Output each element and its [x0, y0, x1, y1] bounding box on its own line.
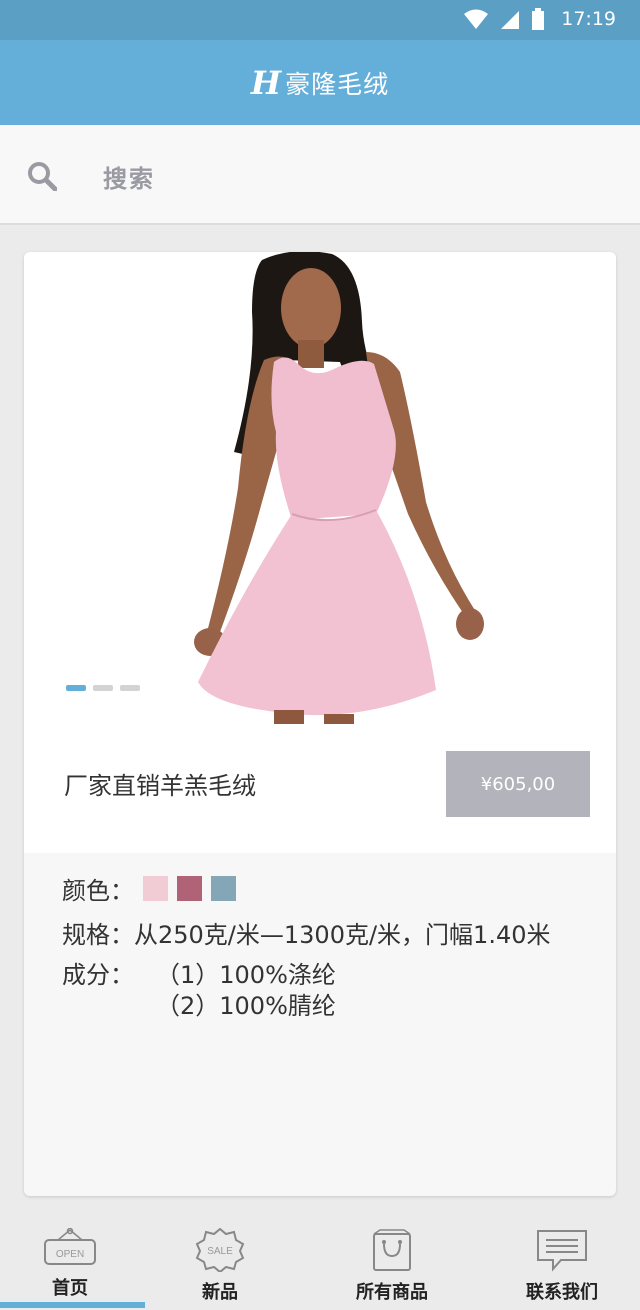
message-icon	[537, 1230, 587, 1272]
spec-label: 规格：	[62, 920, 134, 949]
composition-label: 成分：	[62, 961, 134, 989]
logo-icon: H	[250, 63, 282, 102]
color-swatch-3[interactable]	[211, 875, 236, 901]
color-swatch-1[interactable]	[143, 875, 168, 901]
composition-item: （1）100%涤纶	[156, 961, 336, 989]
model-photo	[194, 252, 484, 724]
product-image[interactable]	[24, 252, 616, 724]
composition-row: 成分： （1）100%涤纶 （2）100%腈纶	[62, 960, 551, 1022]
carousel-dot-2[interactable]	[93, 685, 113, 691]
spec-row: 规格： 从250克/米—1300克/米，门幅1.40米	[62, 910, 551, 954]
product-title: 厂家直销羊羔毛绒	[64, 772, 256, 800]
app-header: H 豪隆毛绒	[0, 40, 640, 125]
tab-all-products[interactable]: 所有商品	[312, 1208, 472, 1310]
status-bar: 17:19	[0, 0, 640, 40]
composition-list: （1）100%涤纶 （2）100%腈纶	[156, 960, 336, 1022]
tab-new[interactable]: SALE 新品	[140, 1208, 300, 1310]
search-icon[interactable]	[27, 161, 57, 191]
app-title: 豪隆毛绒	[285, 69, 390, 99]
search-bar[interactable]: 搜索	[0, 125, 640, 225]
product-specs: 颜色： 规格： 从250克/米—1300克/米，门幅1.40米 成分： （1）1…	[62, 866, 551, 1022]
carousel-dot-1[interactable]	[66, 685, 86, 691]
product-card: 厂家直销羊羔毛绒 ¥605,00 颜色： 规格： 从250克/米—1300克/米…	[24, 252, 616, 1196]
tab-all-products-label: 所有商品	[356, 1282, 428, 1303]
color-label: 颜色：	[62, 876, 134, 905]
carousel-dots[interactable]	[66, 685, 140, 691]
tab-home-label: 首页	[52, 1278, 88, 1299]
status-icons: 17:19	[463, 8, 616, 30]
signal-icon	[501, 11, 520, 29]
shopping-bag-icon	[373, 1229, 411, 1271]
composition-item: （2）100%腈纶	[156, 992, 336, 1020]
price-button[interactable]: ¥605,00	[446, 751, 590, 817]
battery-icon	[532, 8, 545, 30]
status-time: 17:19	[561, 8, 616, 30]
spec-value: 从250克/米—1300克/米，门幅1.40米	[134, 920, 551, 949]
product-title-row: 厂家直销羊羔毛绒 ¥605,00	[24, 724, 616, 853]
carousel-dot-3[interactable]	[120, 685, 140, 691]
sale-badge-icon: SALE	[195, 1228, 245, 1272]
color-row: 颜色：	[62, 866, 551, 910]
tab-contact[interactable]: 联系我们	[482, 1208, 640, 1310]
color-swatch-2[interactable]	[177, 875, 202, 901]
tab-home[interactable]: OPEN 首页	[0, 1208, 150, 1310]
tab-contact-label: 联系我们	[526, 1282, 598, 1303]
svg-text:SALE: SALE	[207, 1246, 233, 1257]
open-sign-icon: OPEN	[44, 1228, 96, 1265]
tab-new-label: 新品	[202, 1282, 238, 1303]
search-input[interactable]: 搜索	[103, 159, 155, 194]
bottom-tab-bar: OPEN 首页 SALE 新品 所有商品 联系我们	[0, 1208, 640, 1310]
wifi-icon	[464, 9, 489, 29]
tab-active-indicator	[0, 1302, 145, 1308]
svg-text:OPEN: OPEN	[56, 1249, 84, 1260]
